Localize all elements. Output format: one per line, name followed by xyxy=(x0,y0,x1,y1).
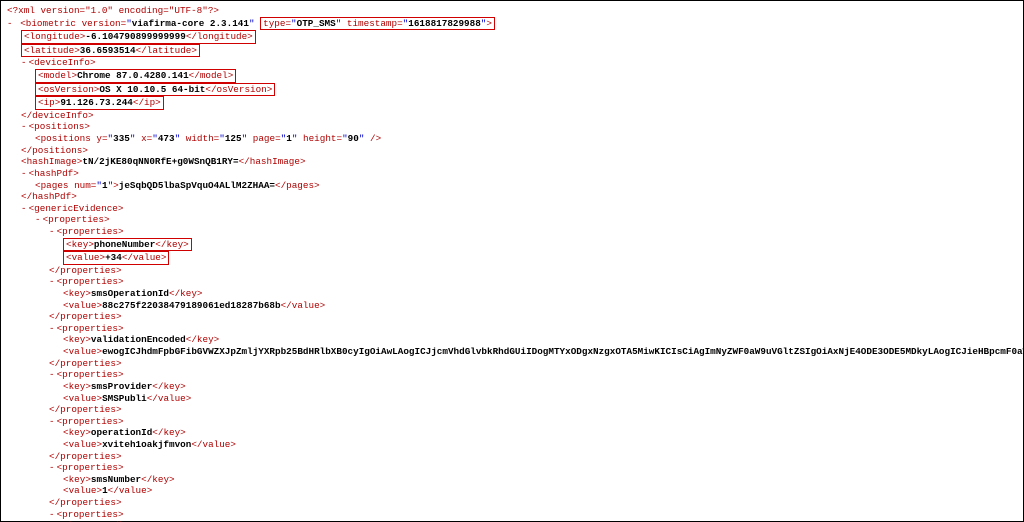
highlight-box: <latitude>36.6593514</latitude> xyxy=(21,44,200,58)
fold-toggle[interactable]: - xyxy=(49,462,57,473)
hashpdf-value: jeSqbQD5lbaSpVquO4ALlM2ZHAA= xyxy=(119,180,275,191)
fold-toggle[interactable]: - xyxy=(21,203,29,214)
xml-line: </properties> xyxy=(7,451,1017,463)
longitude-value: -6.104790899999999 xyxy=(85,31,185,42)
xml-line: <hashImage>tN/2jKE80qNN0RfE+g0WSnQB1RY=<… xyxy=(7,156,1017,168)
fold-toggle[interactable]: - xyxy=(49,369,57,380)
xml-line: <value>88c275f22038479189061ed18287b68b<… xyxy=(7,300,1017,312)
xml-line: <value>xviteh1oakjfmvon</value> xyxy=(7,439,1017,451)
xml-line: </positions> xyxy=(7,145,1017,157)
fold-toggle[interactable]: - xyxy=(49,416,57,427)
xml-line: -<hashPdf> xyxy=(7,168,1017,180)
xml-line: -<properties> xyxy=(7,214,1017,226)
hashimage-value: tN/2jKE80qNN0RfE+g0WSnQB1RY= xyxy=(82,156,238,167)
xml-line: -<properties> xyxy=(7,276,1017,288)
xml-line: <positions y="335" x="473" width="125" p… xyxy=(7,133,1017,145)
xml-line: <osVersion>OS X 10.10.5 64-bit</osVersio… xyxy=(7,83,1017,97)
xml-line: <latitude>36.6593514</latitude> xyxy=(7,44,1017,58)
xml-line: <key>operationId</key> xyxy=(7,427,1017,439)
prop-key: smsNumber xyxy=(91,474,141,485)
xml-line: <value>+34</value> xyxy=(7,251,1017,265)
xml-line: <model>Chrome 87.0.4280.141</model> xyxy=(7,69,1017,83)
xml-line: <key>smsNumber</key> xyxy=(7,474,1017,486)
prop-value: ewogICJhdmFpbGFibGVWZXJpZmljYXRpb25BdHRl… xyxy=(102,346,1024,357)
xml-line: <pages num="1">jeSqbQD5lbaSpVquO4ALlM2ZH… xyxy=(7,180,1017,192)
xml-line: - <biometric version="viafirma-core 2.3.… xyxy=(7,17,1017,31)
fold-toggle[interactable]: - xyxy=(49,226,57,237)
highlight-box: <key>phoneNumber</key> xyxy=(63,238,192,252)
xml-line: <key>smsOperationId</key> xyxy=(7,288,1017,300)
prop-value: SMSPubli xyxy=(102,393,147,404)
fold-toggle[interactable]: - xyxy=(49,276,57,287)
xml-line: </properties> xyxy=(7,358,1017,370)
xml-line: -<properties> xyxy=(7,323,1017,335)
prop-key: operationId xyxy=(91,427,152,438)
xml-declaration: <?xml version="1.0" encoding="UTF-8"?> xyxy=(7,5,219,16)
prop-value: 88c275f22038479189061ed18287b68b xyxy=(102,300,281,311)
prop-key: validationEncoded xyxy=(91,334,186,345)
xml-line: </hashPdf> xyxy=(7,191,1017,203)
highlight-box: <longitude>-6.104790899999999</longitude… xyxy=(21,30,256,44)
xml-line: -<properties> xyxy=(7,509,1017,521)
fold-toggle[interactable]: - xyxy=(49,509,57,520)
highlight-box: <osVersion>OS X 10.10.5 64-bit</osVersio… xyxy=(35,83,275,97)
prop-key: smsProvider xyxy=(91,381,152,392)
xml-line: <longitude>-6.104790899999999</longitude… xyxy=(7,30,1017,44)
xml-line: <value>1</value> xyxy=(7,485,1017,497)
xml-line: -<properties> xyxy=(7,226,1017,238)
fold-toggle[interactable]: - xyxy=(21,57,29,68)
device-model: Chrome 87.0.4280.141 xyxy=(77,70,189,81)
xml-line: <?xml version="1.0" encoding="UTF-8"?> xyxy=(7,5,1017,17)
highlight-box: type="OTP_SMS" timestamp="1618817829988"… xyxy=(260,17,495,31)
xml-line: </properties> xyxy=(7,497,1017,509)
prop-key: smsOperationId xyxy=(91,288,169,299)
fold-toggle[interactable]: - xyxy=(21,121,29,132)
biometric-type: OTP_SMS xyxy=(297,18,336,29)
xml-line: <value>SMSPubli</value> xyxy=(7,393,1017,405)
highlight-box: <ip>91.126.73.244</ip> xyxy=(35,96,164,110)
xml-line: -<genericEvidence> xyxy=(7,203,1017,215)
xml-line: -<properties> xyxy=(7,416,1017,428)
xml-line: </properties> xyxy=(7,311,1017,323)
xml-line: <value>ewogICJhdmFpbGFibGVWZXJpZmljYXRpb… xyxy=(7,346,1017,358)
biometric-timestamp: 1618817829988 xyxy=(408,18,481,29)
xml-line: <ip>91.126.73.244</ip> xyxy=(7,96,1017,110)
prop-key: phoneNumber xyxy=(94,239,155,250)
fold-toggle[interactable]: - xyxy=(35,214,43,225)
xml-line: </properties> xyxy=(7,265,1017,277)
fold-toggle[interactable]: - xyxy=(7,18,15,29)
highlight-box: <model>Chrome 87.0.4280.141</model> xyxy=(35,69,236,83)
fold-toggle[interactable]: - xyxy=(49,323,57,334)
device-ip: 91.126.73.244 xyxy=(60,97,133,108)
xml-line: </deviceInfo> xyxy=(7,110,1017,122)
xml-line: -<properties> xyxy=(7,462,1017,474)
highlight-box: <value>+34</value> xyxy=(63,251,169,265)
prop-value: xviteh1oakjfmvon xyxy=(102,439,191,450)
fold-toggle[interactable]: - xyxy=(21,168,29,179)
xml-line: -<properties> xyxy=(7,369,1017,381)
xml-line: </properties> xyxy=(7,404,1017,416)
prop-value: +34 xyxy=(105,252,122,263)
biometric-version: viafirma-core 2.3.141 xyxy=(132,18,249,29)
latitude-value: 36.6593514 xyxy=(80,45,136,56)
xml-line: -<positions> xyxy=(7,121,1017,133)
xml-line: <key>smsProvider</key> xyxy=(7,381,1017,393)
device-os: OS X 10.10.5 64-bit xyxy=(99,84,205,95)
xml-line: <key>validationEncoded</key> xyxy=(7,334,1017,346)
xml-line: <key>phoneNumber</key> xyxy=(7,238,1017,252)
xml-line: -<deviceInfo> xyxy=(7,57,1017,69)
